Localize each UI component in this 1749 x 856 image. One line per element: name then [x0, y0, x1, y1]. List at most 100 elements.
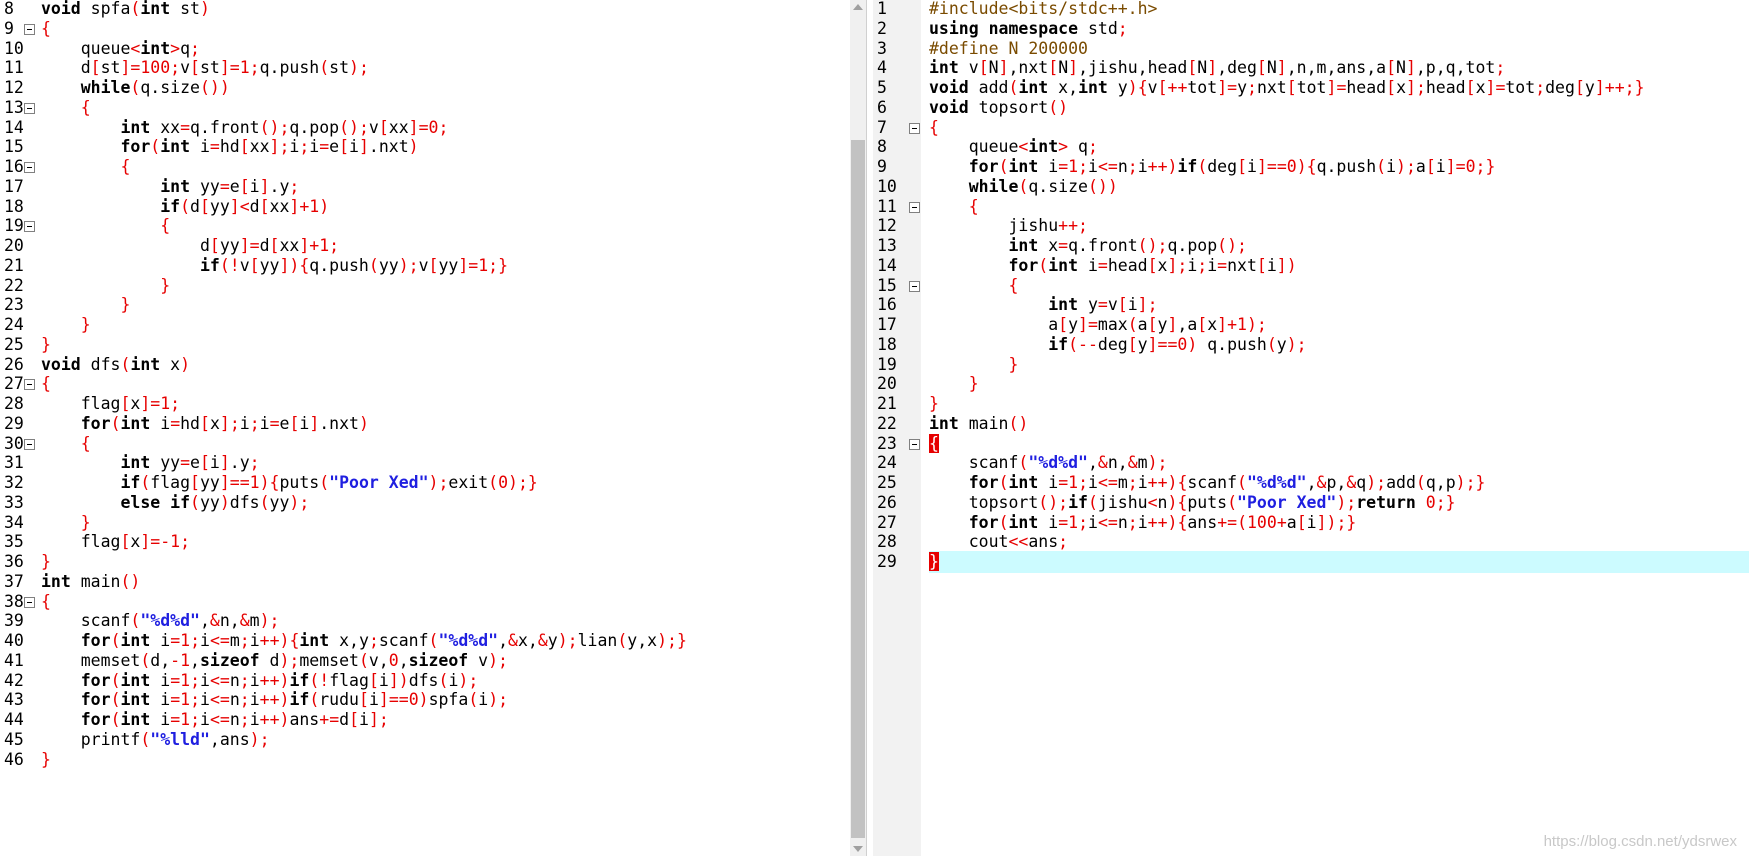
- scroll-up-arrow-icon[interactable]: [853, 4, 863, 10]
- code-text[interactable]: if(d[yy]<d[xx]+1): [41, 196, 329, 218]
- fold-collapse-icon[interactable]: [909, 280, 920, 292]
- code-line[interactable]: 42 for(int i=1;i<=n;i++)if(!flag[i])dfs(…: [0, 670, 850, 692]
- code-text[interactable]: for(int i=hd[x];i;i=e[i].nxt): [41, 413, 369, 435]
- code-text[interactable]: {: [929, 117, 939, 139]
- code-text[interactable]: void topsort(): [929, 97, 1068, 119]
- code-text[interactable]: {: [41, 97, 91, 119]
- fold-collapse-icon[interactable]: [909, 122, 920, 134]
- code-text[interactable]: while(q.size()): [41, 77, 230, 99]
- code-line[interactable]: 18 if(d[yy]<d[xx]+1): [0, 196, 850, 218]
- code-text[interactable]: {: [929, 196, 979, 218]
- code-text[interactable]: memset(d,-1,sizeof d);memset(v,0,sizeof …: [41, 650, 508, 672]
- fold-collapse-icon[interactable]: [909, 201, 920, 213]
- code-text[interactable]: topsort();if(jishu<n){puts("Poor Xed");r…: [929, 492, 1456, 514]
- code-line[interactable]: 9{: [0, 18, 850, 40]
- code-line[interactable]: 21}: [873, 393, 1749, 415]
- code-text[interactable]: queue<int> q;: [929, 136, 1098, 158]
- code-text[interactable]: a[y]=max(a[y],a[x]+1);: [929, 314, 1267, 336]
- code-line[interactable]: 14 for(int i=head[x];i;i=nxt[i]): [873, 255, 1749, 277]
- code-text[interactable]: int yy=e[i].y;: [41, 176, 299, 198]
- code-line[interactable]: 45 printf("%lld",ans);: [0, 729, 850, 751]
- code-text[interactable]: queue<int>q;: [41, 38, 200, 60]
- fold-collapse-icon[interactable]: [24, 23, 35, 35]
- code-text[interactable]: while(q.size()): [929, 176, 1118, 198]
- code-text[interactable]: {: [41, 215, 170, 237]
- code-line[interactable]: 22 int main(): [873, 413, 1749, 435]
- code-text[interactable]: d[yy]=d[xx]+1;: [41, 235, 339, 257]
- code-text[interactable]: {: [41, 591, 51, 613]
- code-line[interactable]: 17 a[y]=max(a[y],a[x]+1);: [873, 314, 1749, 336]
- code-line[interactable]: 25}: [0, 334, 850, 356]
- code-text[interactable]: {: [929, 275, 1018, 297]
- code-text[interactable]: }: [929, 393, 939, 415]
- code-text[interactable]: }: [41, 749, 51, 771]
- code-line[interactable]: 22 }: [0, 275, 850, 297]
- code-text[interactable]: }: [41, 314, 91, 336]
- fold-collapse-icon[interactable]: [24, 438, 35, 450]
- code-line[interactable]: 20 d[yy]=d[xx]+1;: [0, 235, 850, 257]
- code-line[interactable]: 26 topsort();if(jishu<n){puts("Poor Xed"…: [873, 492, 1749, 514]
- code-line[interactable]: 43 for(int i=1;i<=n;i++)if(rudu[i]==0)sp…: [0, 689, 850, 711]
- code-line[interactable]: 11 d[st]=100;v[st]=1;q.push(st);: [0, 57, 850, 79]
- code-text[interactable]: {: [41, 433, 91, 455]
- code-line[interactable]: 35 flag[x]=-1;: [0, 531, 850, 553]
- code-line[interactable]: 3 #define N 200000: [873, 38, 1749, 60]
- code-text[interactable]: scanf("%d%d",&n,&m);: [929, 452, 1168, 474]
- code-line[interactable]: 41 memset(d,-1,sizeof d);memset(v,0,size…: [0, 650, 850, 672]
- code-text[interactable]: int xx=q.front();q.pop();v[xx]=0;: [41, 117, 448, 139]
- code-line[interactable]: 23 }: [0, 294, 850, 316]
- code-line[interactable]: 9 for(int i=1;i<=n;i++)if(deg[i]==0){q.p…: [873, 156, 1749, 178]
- code-line[interactable]: 13 {: [0, 97, 850, 119]
- code-line[interactable]: 34 }: [0, 512, 850, 534]
- code-line[interactable]: 17 int yy=e[i].y;: [0, 176, 850, 198]
- code-text[interactable]: }: [41, 334, 51, 356]
- code-line[interactable]: 31 int yy=e[i].y;: [0, 452, 850, 474]
- code-line[interactable]: 32 if(flag[yy]==1){puts("Poor Xed");exit…: [0, 472, 850, 494]
- code-line[interactable]: 11 {: [873, 196, 1749, 218]
- code-text[interactable]: void add(int x,int y){v[++tot]=y;nxt[tot…: [929, 77, 1645, 99]
- right-editor-pane[interactable]: 1 #include<bits/stdc++.h> 2 using namespace…: [873, 0, 1749, 856]
- code-line[interactable]: 16 {: [0, 156, 850, 178]
- code-text[interactable]: flag[x]=-1;: [41, 531, 190, 553]
- fold-collapse-icon[interactable]: [24, 162, 35, 173]
- scrollbar-thumb[interactable]: [851, 140, 865, 838]
- code-line[interactable]: 10 queue<int>q;: [0, 38, 850, 60]
- code-text[interactable]: else if(yy)dfs(yy);: [41, 492, 309, 514]
- code-line[interactable]: 19 }: [873, 354, 1749, 376]
- left-editor-pane[interactable]: 8 void spfa(int st) 9{10 queue<int>q; 11 d[…: [0, 0, 850, 856]
- code-text[interactable]: flag[x]=1;: [41, 393, 180, 415]
- code-line[interactable]: 25 for(int i=1;i<=m;i++){scanf("%d%d",&p…: [873, 472, 1749, 494]
- code-text[interactable]: }: [929, 354, 1018, 376]
- code-line[interactable]: 7{: [873, 117, 1749, 139]
- code-text[interactable]: for(int i=1;i<=n;i++){ans+=(100+a[i]);}: [929, 512, 1357, 534]
- code-text[interactable]: }: [41, 512, 91, 534]
- code-line[interactable]: 27{: [0, 373, 850, 395]
- fold-collapse-icon[interactable]: [24, 379, 35, 391]
- code-text[interactable]: for(int i=1;i<=n;i++)if(rudu[i]==0)spfa(…: [41, 689, 508, 711]
- code-line[interactable]: 15 {: [873, 275, 1749, 297]
- code-line[interactable]: 8 queue<int> q;: [873, 136, 1749, 158]
- code-line[interactable]: 26 void dfs(int x): [0, 354, 850, 376]
- code-text[interactable]: if(--deg[y]==0) q.push(y);: [929, 334, 1306, 356]
- scroll-down-arrow-icon[interactable]: [853, 846, 863, 852]
- code-line[interactable]: 21 if(!v[yy]){q.push(yy);v[yy]=1;}: [0, 255, 850, 277]
- code-line[interactable]: 38{: [0, 591, 850, 613]
- code-text[interactable]: int main(): [929, 413, 1028, 435]
- code-text[interactable]: for(int i=1;i<=n;i++)if(deg[i]==0){q.pus…: [929, 156, 1496, 178]
- code-text[interactable]: }: [929, 373, 979, 395]
- code-line[interactable]: 40 for(int i=1;i<=m;i++){int x,y;scanf("…: [0, 630, 850, 652]
- code-text[interactable]: for(int i=head[x];i;i=nxt[i]): [929, 255, 1296, 277]
- code-line[interactable]: 19 {: [0, 215, 850, 237]
- code-line[interactable]: 12 while(q.size()): [0, 77, 850, 99]
- code-text[interactable]: for(int i=1;i<=m;i++){int x,y;scanf("%d%…: [41, 630, 687, 652]
- code-line[interactable]: 28 cout<<ans;: [873, 531, 1749, 553]
- code-text[interactable]: }: [41, 294, 130, 316]
- fold-collapse-icon[interactable]: [24, 596, 35, 608]
- code-text[interactable]: void dfs(int x): [41, 354, 190, 376]
- code-line[interactable]: 5 void add(int x,int y){v[++tot]=y;nxt[to…: [873, 77, 1749, 99]
- code-text[interactable]: {: [41, 156, 130, 178]
- code-line[interactable]: 29 for(int i=hd[x];i;i=e[i].nxt): [0, 413, 850, 435]
- code-text[interactable]: int main(): [41, 571, 140, 593]
- code-text[interactable]: d[st]=100;v[st]=1;q.push(st);: [41, 57, 369, 79]
- fold-collapse-icon[interactable]: [24, 102, 35, 114]
